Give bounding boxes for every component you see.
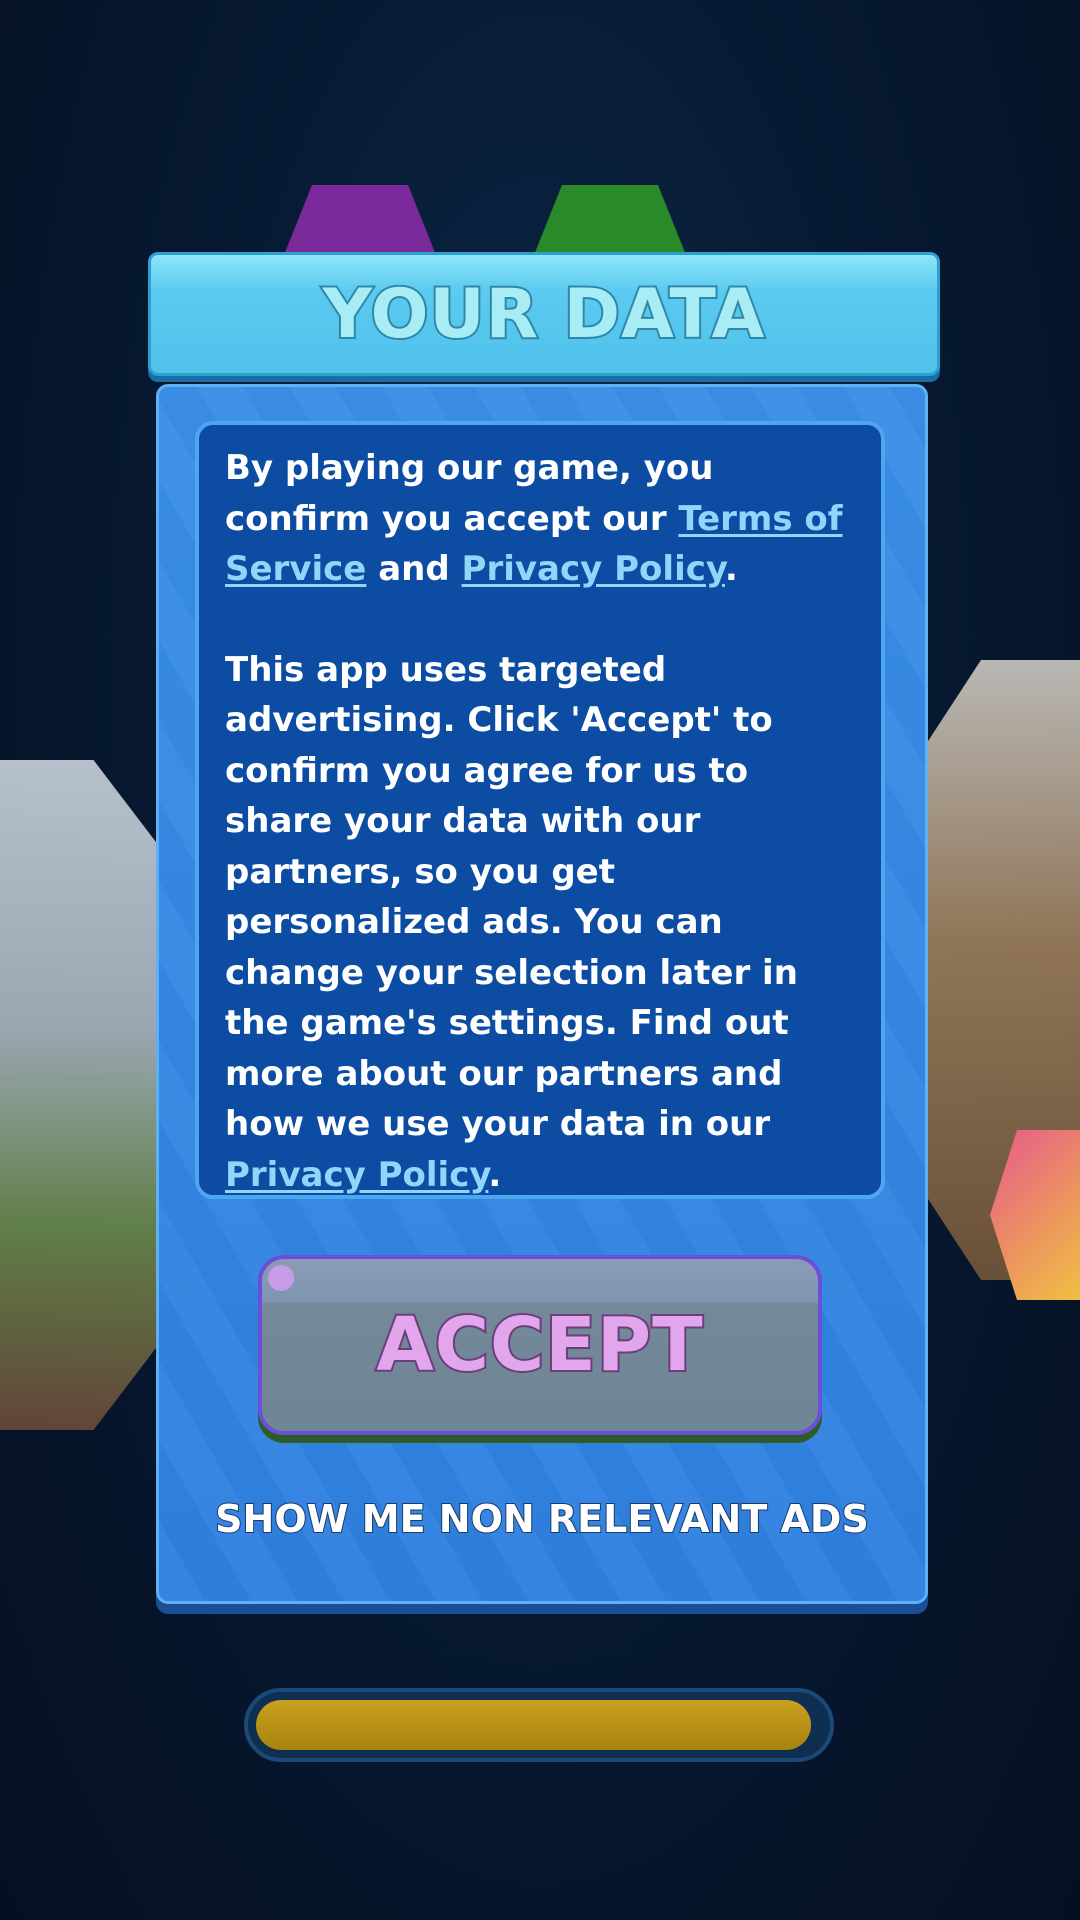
privacy-policy-link[interactable]: Privacy Policy — [462, 549, 725, 589]
privacy-policy-link-2[interactable]: Privacy Policy — [225, 1155, 488, 1195]
ads-paragraph-period: . — [488, 1154, 502, 1195]
dialog-title: YOUR DATA — [321, 273, 766, 356]
consent-intro-period: . — [724, 549, 738, 589]
consent-text-box: By playing our game, you confirm you acc… — [195, 421, 885, 1199]
consent-intro: By playing our game, you confirm you acc… — [225, 443, 855, 595]
loading-progress-bar — [244, 1688, 834, 1762]
accept-button[interactable]: ACCEPT — [258, 1255, 822, 1435]
consent-dialog: By playing our game, you confirm you acc… — [156, 384, 928, 1604]
accept-button-label: ACCEPT — [374, 1300, 704, 1390]
button-highlight-icon — [268, 1265, 294, 1291]
non-relevant-ads-button[interactable]: SHOW ME NON RELEVANT ADS — [159, 1496, 925, 1542]
consent-intro-text: By playing our game, you confirm you acc… — [225, 448, 714, 539]
ads-paragraph-text: This app uses targeted advertising. Clic… — [225, 649, 798, 1145]
ads-paragraph: This app uses targeted advertising. Clic… — [225, 645, 855, 1201]
dialog-header: YOUR DATA — [148, 252, 940, 376]
background-photo-left — [0, 760, 170, 1430]
loading-progress-fill — [256, 1700, 811, 1750]
consent-intro-and: and — [366, 549, 462, 589]
